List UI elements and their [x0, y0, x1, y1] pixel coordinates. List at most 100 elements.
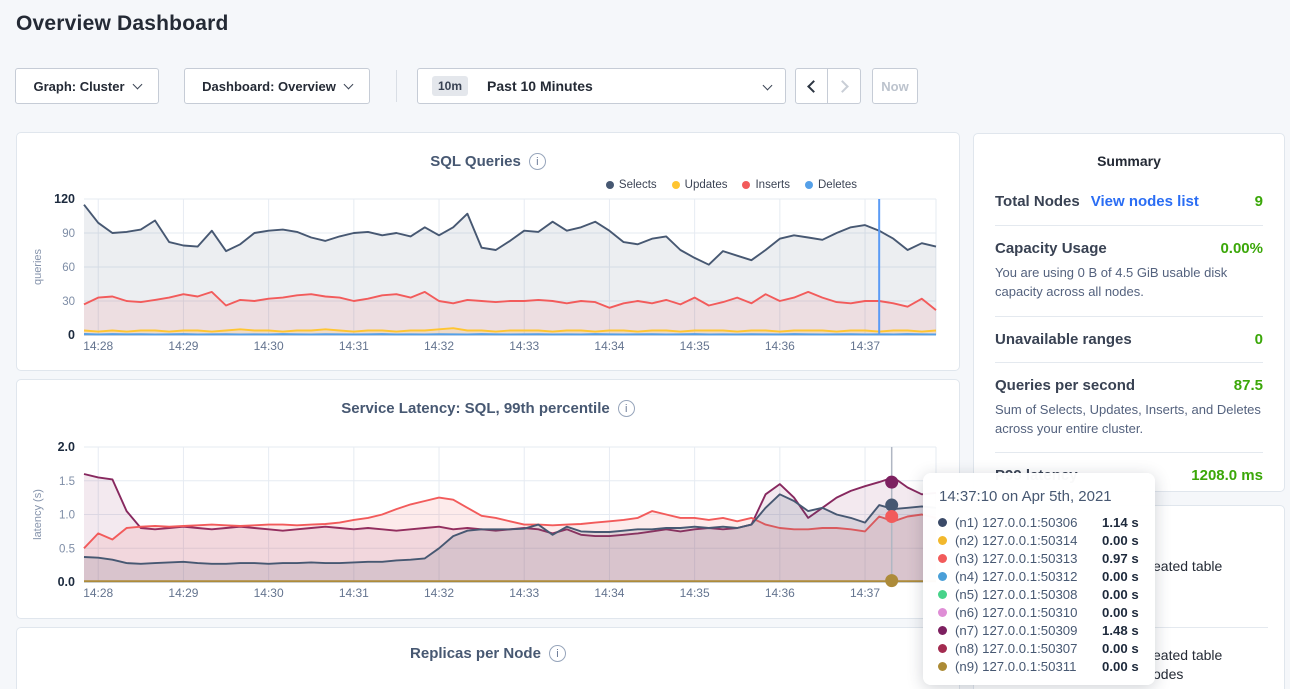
tooltip-node-row: (n8) 127.0.0.1:503070.00 s [938, 639, 1140, 657]
chevron-down-icon [343, 79, 353, 89]
svg-text:latency (s): latency (s) [32, 489, 44, 540]
capacity-usage-row: Capacity Usage 0.00% [995, 240, 1263, 257]
info-icon[interactable]: i [618, 400, 635, 417]
tooltip-node-row: (n1) 127.0.0.1:503061.14 s [938, 513, 1140, 531]
time-next-button[interactable] [828, 68, 861, 104]
svg-text:90: 90 [62, 228, 75, 240]
node-color-dot-icon [938, 644, 947, 653]
summary-title: Summary [974, 134, 1284, 169]
total-nodes-label: Total Nodes [995, 193, 1080, 210]
svg-text:14:32: 14:32 [424, 586, 454, 600]
node-color-dot-icon [938, 572, 947, 581]
chevron-left-icon [807, 80, 820, 93]
svg-text:14:29: 14:29 [168, 339, 198, 353]
dashboard-dropdown[interactable]: Dashboard: Overview [184, 68, 370, 104]
svg-text:14:30: 14:30 [254, 339, 284, 353]
legend-dot-icon [742, 181, 750, 189]
tooltip-node-row: (n9) 127.0.0.1:503110.00 s [938, 657, 1140, 675]
chevron-down-icon [132, 79, 142, 89]
queries-per-second-label: Queries per second [995, 377, 1135, 394]
node-color-dot-icon [938, 662, 947, 671]
replicas-per-node-card: Replicas per Node i [16, 627, 960, 689]
time-range-label: Past 10 Minutes [487, 78, 593, 94]
legend-dot-icon [606, 181, 614, 189]
sql-queries-card: SQL Queries i SelectsUpdatesInsertsDelet… [16, 132, 960, 371]
unavailable-ranges-row: Unavailable ranges 0 [995, 331, 1263, 348]
replicas-per-node-title: Replicas per Node [410, 645, 541, 662]
unavailable-ranges-label: Unavailable ranges [995, 331, 1132, 348]
node-color-dot-icon [938, 536, 947, 545]
dashboard-dropdown-label: Dashboard: Overview [202, 79, 336, 94]
svg-text:0: 0 [68, 328, 75, 342]
event-item-fragment: odes [1153, 666, 1183, 682]
divider [995, 316, 1263, 317]
svg-text:14:33: 14:33 [509, 586, 539, 600]
info-icon[interactable]: i [529, 153, 546, 170]
divider [995, 225, 1263, 226]
node-color-dot-icon [938, 590, 947, 599]
sql-queries-title: SQL Queries [430, 153, 521, 170]
info-icon[interactable]: i [549, 645, 566, 662]
p99-latency-value: 1208.0 ms [1191, 467, 1263, 484]
svg-text:14:34: 14:34 [594, 586, 624, 600]
svg-text:2.0: 2.0 [58, 440, 75, 454]
svg-text:14:33: 14:33 [509, 339, 539, 353]
svg-text:14:37: 14:37 [850, 339, 880, 353]
svg-text:0.0: 0.0 [58, 575, 75, 589]
service-latency-card: Service Latency: SQL, 99th percentile i … [16, 379, 960, 619]
tooltip-timestamp: 14:37:10 on Apr 5th, 2021 [939, 488, 1140, 505]
time-nav-group [795, 68, 861, 104]
svg-text:queries: queries [32, 248, 44, 285]
time-prev-button[interactable] [795, 68, 828, 104]
node-color-dot-icon [938, 518, 947, 527]
divider [995, 452, 1263, 453]
svg-text:1.0: 1.0 [59, 510, 75, 522]
tooltip-node-row: (n4) 127.0.0.1:503120.00 s [938, 567, 1140, 585]
queries-per-second-row: Queries per second 87.5 [995, 377, 1263, 394]
legend-dot-icon [672, 181, 680, 189]
tooltip-node-row: (n6) 127.0.0.1:503100.00 s [938, 603, 1140, 621]
toolbar-divider [396, 70, 397, 102]
node-color-dot-icon [938, 554, 947, 563]
chevron-right-icon [836, 80, 849, 93]
legend-dot-icon [805, 181, 813, 189]
overview-dashboard-page: Overview Dashboard Graph: Cluster Dashbo… [0, 0, 1290, 689]
capacity-usage-label: Capacity Usage [995, 240, 1107, 257]
sql-queries-chart[interactable]: 0 30 60 90 120 14:28 14:29 14:30 14:31 14:32 14:33… [17, 189, 961, 361]
svg-text:14:30: 14:30 [254, 586, 284, 600]
tooltip-node-row: (n7) 127.0.0.1:503091.48 s [938, 621, 1140, 639]
node-color-dot-icon [938, 626, 947, 635]
summary-panel: Summary Total NodesView nodes list 9 Cap… [973, 133, 1285, 492]
service-latency-title: Service Latency: SQL, 99th percentile [341, 400, 609, 417]
queries-per-second-description: Sum of Selects, Updates, Inserts, and De… [995, 401, 1263, 439]
svg-text:30: 30 [62, 296, 75, 308]
time-range-badge: 10m [432, 76, 468, 96]
svg-text:60: 60 [62, 262, 75, 274]
total-nodes-row: Total NodesView nodes list 9 [995, 193, 1263, 211]
svg-text:14:29: 14:29 [168, 586, 198, 600]
capacity-usage-description: You are using 0 B of 4.5 GiB usable disk… [995, 264, 1263, 302]
svg-text:14:28: 14:28 [83, 339, 113, 353]
svg-text:14:32: 14:32 [424, 339, 454, 353]
svg-text:14:35: 14:35 [680, 339, 710, 353]
time-range-selector[interactable]: 10m Past 10 Minutes [417, 68, 786, 104]
svg-text:14:28: 14:28 [83, 586, 113, 600]
divider [995, 362, 1263, 363]
svg-text:14:36: 14:36 [765, 339, 795, 353]
graph-dropdown[interactable]: Graph: Cluster [15, 68, 159, 104]
node-color-dot-icon [938, 608, 947, 617]
queries-per-second-value: 87.5 [1234, 377, 1263, 394]
svg-text:120: 120 [54, 192, 75, 206]
svg-text:14:31: 14:31 [339, 586, 369, 600]
chart-hover-tooltip: 14:37:10 on Apr 5th, 2021 (n1) 127.0.0.1… [923, 473, 1155, 685]
now-button[interactable]: Now [872, 68, 918, 104]
svg-text:1.5: 1.5 [59, 476, 75, 488]
view-nodes-list-link[interactable]: View nodes list [1091, 193, 1199, 210]
graph-dropdown-label: Graph: Cluster [33, 79, 124, 94]
service-latency-chart[interactable]: 0.0 0.5 1.0 1.5 2.0 14:28 14:29 14:30 14:31 14:32… [17, 437, 961, 609]
svg-text:14:31: 14:31 [339, 339, 369, 353]
capacity-usage-value: 0.00% [1220, 240, 1263, 257]
event-item-fragment: eated table [1153, 647, 1222, 663]
svg-text:0.5: 0.5 [59, 543, 75, 555]
svg-text:14:36: 14:36 [765, 586, 795, 600]
